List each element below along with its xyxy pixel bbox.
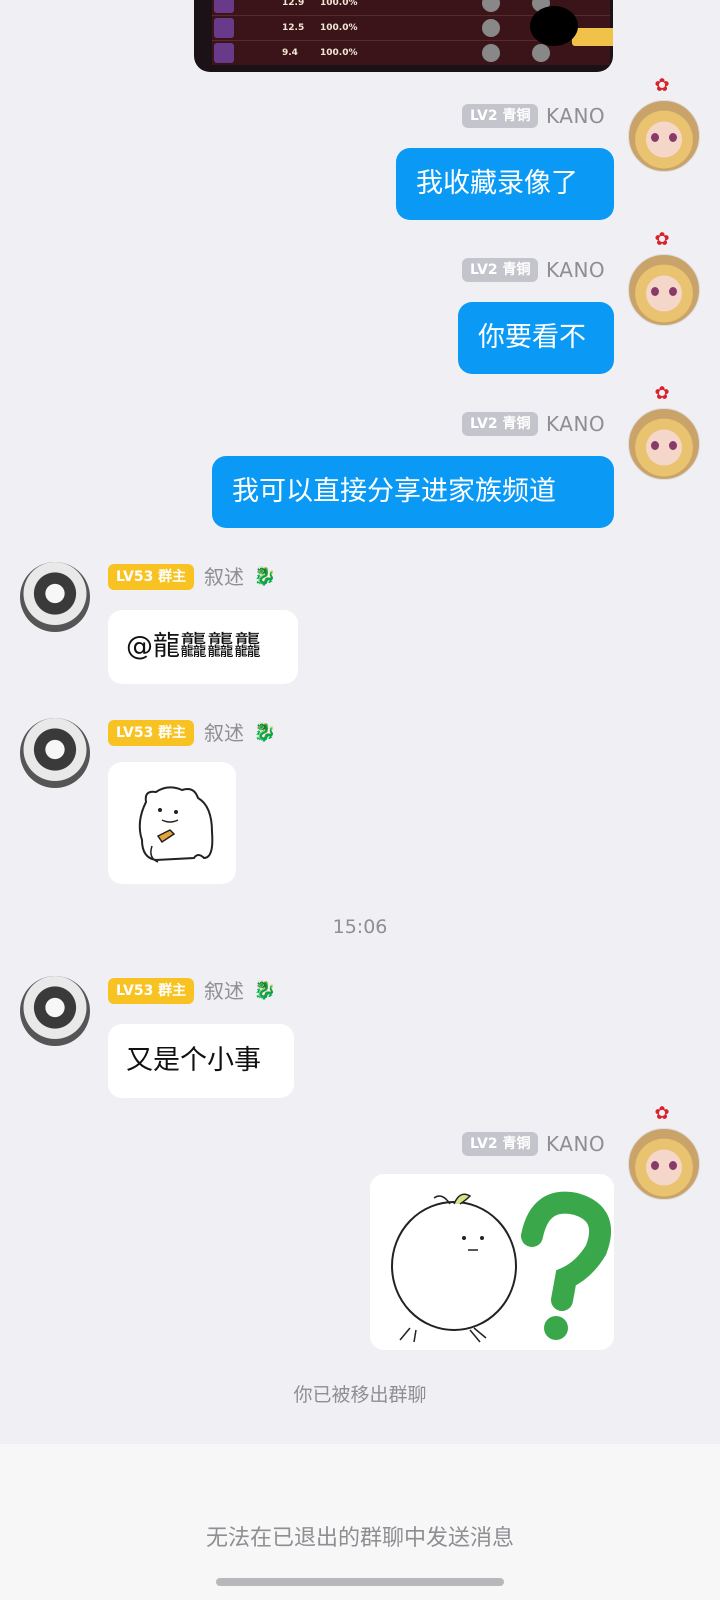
sender-name: 叙述: [204, 565, 244, 589]
sender-name: KANO: [546, 104, 606, 128]
avatar-eye: [651, 1161, 659, 1170]
level-tag: LV53 群主: [108, 978, 195, 1004]
avatar-eye: [669, 287, 677, 296]
level-tag: LV2 青铜: [462, 104, 539, 128]
level-tag: LV2 青铜: [462, 412, 539, 436]
avatar-eye: [651, 287, 659, 296]
sender-name: KANO: [546, 258, 606, 282]
game-row-value: 12.5: [282, 23, 305, 33]
flower-icon: ✿: [654, 75, 670, 96]
message-bubble-incoming[interactable]: 又是个小事: [108, 1024, 294, 1098]
flower-icon: ✿: [654, 383, 670, 404]
player-icon: [482, 44, 500, 62]
bear-sticker[interactable]: [108, 762, 236, 884]
player-icon: [482, 0, 500, 12]
hero-icon: [214, 18, 234, 38]
redaction-mark: [530, 6, 578, 46]
avatar-eye: [669, 1161, 677, 1170]
avatar-eye: [651, 133, 659, 142]
dragon-badge-icon: 🐉: [253, 566, 277, 587]
avatar-eye: [669, 441, 677, 450]
level-tag: LV2 青铜: [462, 258, 539, 282]
sender-name: KANO: [546, 412, 606, 436]
avatar-xushu[interactable]: [20, 562, 90, 632]
avatar-eye: [669, 133, 677, 142]
player-icon: [482, 19, 500, 37]
chick-question-drawing: [391, 1191, 611, 1343]
avatar-kano[interactable]: [628, 100, 700, 172]
player-icon: [532, 44, 550, 62]
level-tag: LV53 群主: [108, 720, 195, 746]
bear-sticker-drawing: [138, 786, 214, 863]
sender-name: 叙述: [204, 721, 244, 745]
level-tag: LV2 青铜: [462, 1132, 539, 1156]
message-bubble-outgoing[interactable]: 你要看不: [458, 302, 614, 374]
game-row-percent: 100.0%: [320, 0, 358, 8]
game-row-percent: 100.0%: [320, 23, 358, 33]
avatar-xushu[interactable]: [20, 718, 90, 788]
game-row-value: 9.4: [282, 48, 298, 58]
avatar-xushu[interactable]: [20, 976, 90, 1046]
sender-name: KANO: [546, 1132, 606, 1156]
message-bubble-outgoing[interactable]: 我可以直接分享进家族频道: [212, 456, 614, 528]
flower-icon: ✿: [654, 1103, 670, 1124]
avatar-kano[interactable]: [628, 254, 700, 326]
message-bubble-outgoing[interactable]: 我收藏录像了: [396, 148, 614, 220]
flower-icon: ✿: [654, 229, 670, 250]
timestamp: 15:06: [332, 916, 388, 938]
hero-icon: [214, 43, 234, 63]
avatar-kano[interactable]: [628, 408, 700, 480]
game-row-value: 12.9: [282, 0, 305, 8]
sender-name: 叙述: [204, 979, 244, 1003]
avatar-kano[interactable]: [628, 1128, 700, 1200]
disabled-input-text: 无法在已退出的群聊中发送消息: [205, 1526, 514, 1551]
hero-icon: [214, 0, 234, 13]
game-banner: [572, 28, 613, 46]
avatar-eye: [651, 441, 659, 450]
home-indicator[interactable]: [216, 1578, 504, 1586]
message-bubble-incoming[interactable]: @龍龘龘龘: [108, 610, 298, 684]
level-tag: LV53 群主: [108, 564, 195, 590]
game-row-percent: 100.0%: [320, 48, 358, 58]
game-screenshot-image[interactable]: 12.9 100.0% 12.5 100.0% 9.4 100.0%: [194, 0, 613, 72]
system-notice: 你已被移出群聊: [293, 1384, 427, 1406]
dragon-badge-icon: 🐉: [253, 980, 277, 1001]
chick-question-sticker[interactable]: [370, 1174, 614, 1350]
dragon-badge-icon: 🐉: [253, 722, 277, 743]
